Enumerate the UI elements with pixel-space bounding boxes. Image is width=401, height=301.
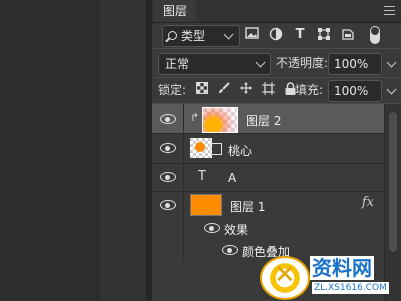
fill-label: 填充: — [295, 83, 324, 97]
layer-filter-label: 类型 — [181, 29, 206, 43]
vector-mask-icon[interactable] — [210, 143, 222, 155]
artboard-lock-icon[interactable] — [260, 82, 276, 98]
layer-name[interactable]: 图层 2 — [246, 112, 281, 129]
eye-icon[interactable] — [160, 200, 176, 210]
clipping-mask-icon: ↱ — [190, 111, 200, 124]
layer-filter-select[interactable]: 类型 — [162, 25, 240, 47]
image-filter-icon[interactable] — [244, 27, 260, 43]
layer-thumbnail[interactable] — [190, 194, 222, 216]
watermark-x-glyph: ✕ — [274, 260, 296, 290]
smartobject-filter-icon[interactable] — [340, 27, 356, 43]
effects-label: 效果 — [224, 223, 249, 237]
document-canvas[interactable] — [0, 0, 146, 301]
eye-icon[interactable] — [160, 143, 176, 153]
search-icon — [168, 31, 177, 40]
opacity-field[interactable]: 100% — [328, 53, 382, 75]
fill-value: 100% — [334, 84, 369, 98]
eye-icon[interactable] — [222, 245, 238, 255]
panel-tabbar: 图层 — [152, 0, 401, 23]
layer-thumbnail[interactable] — [202, 107, 238, 133]
chevron-down-icon — [255, 57, 266, 68]
opacity-value: 100% — [334, 57, 369, 71]
watermark-title: 资料网 — [310, 256, 374, 280]
text-layer-icon: T — [198, 169, 206, 184]
brush-icon[interactable] — [216, 82, 232, 98]
effects-row[interactable]: 效果 — [152, 217, 384, 239]
fill-field[interactable]: 100% — [328, 80, 382, 102]
eye-icon[interactable] — [160, 172, 176, 182]
blend-mode-select[interactable]: 正常 — [158, 53, 271, 75]
lock-transparency-icon[interactable] — [194, 82, 210, 98]
eye-icon[interactable] — [160, 114, 176, 124]
divider — [152, 77, 401, 78]
row-divider — [183, 163, 184, 191]
watermark: ✕ 资料网 ZL.XS1616.COM — [260, 252, 400, 300]
layer-row-text[interactable]: T A — [152, 163, 384, 192]
scroll-thumb[interactable] — [389, 112, 397, 252]
tab-layers[interactable]: 图层 — [154, 0, 196, 22]
text-filter-icon[interactable]: T — [292, 27, 308, 43]
shape-filter-icon[interactable] — [316, 27, 332, 43]
adjustment-filter-icon[interactable] — [268, 27, 284, 43]
layer-name[interactable]: 桃心 — [228, 142, 252, 159]
chevron-down-icon[interactable] — [386, 57, 397, 68]
panel-menu-icon[interactable] — [384, 6, 395, 15]
layer-row-heart[interactable]: 桃心 — [152, 133, 384, 164]
watermark-url: ZL.XS1616.COM — [312, 282, 389, 294]
filter-toggle[interactable] — [370, 26, 380, 44]
layer-name[interactable]: 图层 1 — [230, 198, 265, 215]
row-divider — [183, 133, 184, 163]
chevron-down-icon[interactable] — [386, 84, 397, 95]
lock-label: 锁定: — [158, 83, 187, 97]
eye-icon[interactable] — [204, 223, 220, 233]
fx-icon[interactable]: fx — [362, 195, 374, 210]
move-icon[interactable] — [238, 82, 254, 98]
row-divider — [183, 104, 184, 133]
canvas-strip — [100, 0, 146, 301]
layer-row-layer2[interactable]: ↱ 图层 2 — [152, 104, 384, 134]
blend-mode-value: 正常 — [165, 57, 190, 71]
layer-thumbnail[interactable] — [190, 138, 212, 158]
layer-name[interactable]: A — [228, 171, 236, 185]
chevron-down-icon — [223, 29, 234, 40]
opacity-label: 不透明度: — [276, 56, 329, 70]
layer-row-layer1[interactable]: 图层 1 fx — [152, 191, 384, 260]
divider — [152, 48, 401, 49]
